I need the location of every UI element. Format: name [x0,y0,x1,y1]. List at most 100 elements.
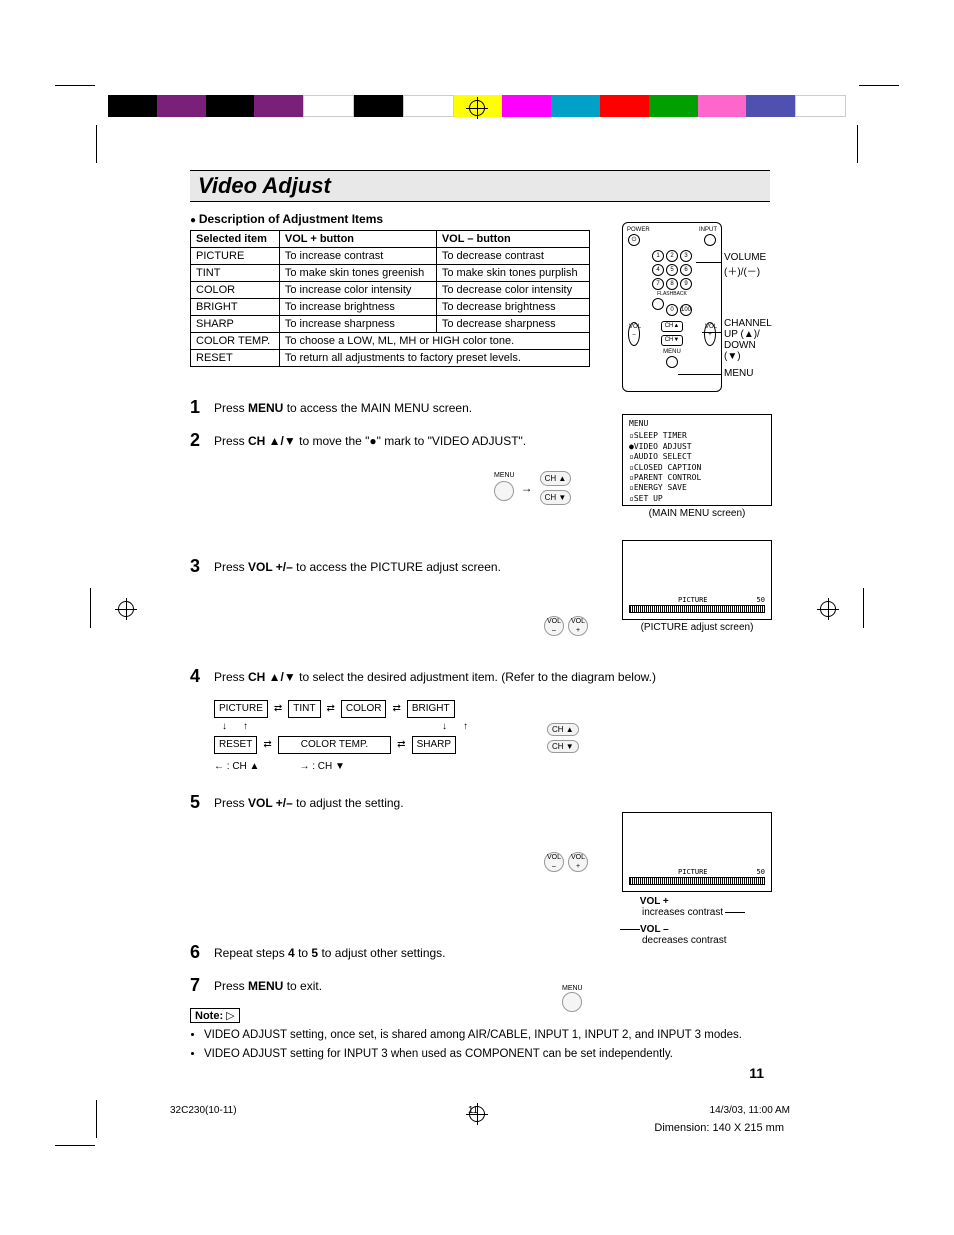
arrow-right-icon: → [521,480,533,497]
dimension-note: Dimension: 140 X 215 mm [654,1122,784,1134]
crop-mark [96,125,97,163]
page-title: Video Adjust [198,173,762,199]
table-cell: To increase brightness [279,299,436,316]
registration-mark-icon [469,100,485,116]
remote-power-label: POWER [627,227,650,233]
crop-mark [96,1100,97,1138]
arrows-icon: ⇄ [263,738,271,752]
menu-button-icon [562,992,582,1012]
ch-down-button-icon: CH▼ [661,335,683,346]
flow-item: TINT [288,700,320,718]
arrow-down-icon: ↓ [442,720,447,734]
menu-label: MENU [562,985,583,992]
menu-button-icon [494,481,514,501]
flow-item: PICTURE [214,700,268,718]
table-cell: PICTURE [191,248,280,265]
crop-mark [859,85,899,86]
leader-line [678,374,722,375]
table-header: Selected item [191,231,280,248]
table-cell: COLOR [191,282,280,299]
table-cell: COLOR TEMP. [191,333,280,350]
arrows-icon: ⇄ [392,702,400,716]
footer-date: 14/3/03, 11:00 AM [710,1105,790,1116]
vol-plus-button-icon: VOL+ [704,322,716,346]
table-cell: To decrease contrast [436,248,589,265]
section-title-bar: Video Adjust [190,170,770,202]
remote-diagram: POWERINPUT ⏻ 123 456 789 FLASHBACK 0100 … [622,222,772,392]
picture-adjust-screen-2: PICTURE50 VOL + increases contrast VOL –… [622,812,772,946]
screen-caption: (MAIN MENU screen) [622,508,772,519]
leader-line [696,262,722,263]
print-footer: 32C230(10-11) 11 14/3/03, 11:00 AM [170,1105,790,1116]
step-4: 4 Press CH ▲/▼ to select the desired adj… [190,666,770,774]
table-cell: To return all adjustments to factory pre… [279,350,589,367]
vol-minus-label: VOL – [640,924,669,935]
table-header: VOL – button [436,231,589,248]
note-item: VIDEO ADJUST setting, once set, is share… [204,1027,770,1043]
vol-plus-button-icon: VOL + [568,852,588,872]
menu-label: MENU [494,472,515,479]
legend-ch-up: ← : CH ▲ [214,760,259,774]
flow-item: COLOR TEMP. [278,736,391,754]
vol-minus-button-icon: VOL – [544,616,564,636]
main-menu-screen: MENU ▫SLEEP TIMER ●VIDEO ADJUST ▫AUDIO S… [622,414,772,519]
crop-mark [863,588,864,628]
arrow-up-icon: ↑ [243,720,248,734]
vol-minus-button-icon: VOL– [628,322,640,346]
ch-down-button-icon: CH ▼ [547,740,579,753]
arrows-icon: ⇄ [397,738,405,752]
ch-down-button-icon: CH ▼ [540,490,572,505]
table-cell: To make skin tones purplish [436,265,589,282]
menu-button-icon [666,356,678,368]
table-cell: BRIGHT [191,299,280,316]
table-cell: To increase color intensity [279,282,436,299]
picture-adjust-screen: PICTURE50 (PICTURE adjust screen) [622,540,772,633]
vol-plus-button-icon: VOL + [568,616,588,636]
vol-plus-label: VOL + [640,896,669,907]
table-cell: To decrease sharpness [436,316,589,333]
ch-up-button-icon: CH ▲ [540,471,572,486]
crop-mark [90,588,91,628]
table-cell: To increase contrast [279,248,436,265]
vol-minus-button-icon: VOL – [544,852,564,872]
table-header: VOL + button [279,231,436,248]
input-button-icon [704,234,716,246]
flow-item: SHARP [412,736,456,754]
step-7: 7 Press MENU to exit. [190,975,770,996]
arrows-icon: ⇄ [327,702,335,716]
legend-ch-down: → : CH ▼ [299,760,344,774]
arrow-up-icon: ↑ [463,720,468,734]
table-cell: RESET [191,350,280,367]
remote-channel-callout: CHANNEL UP (▲)/ DOWN (▼) [724,318,772,362]
arrow-down-icon: ↓ [222,720,227,734]
crop-mark [857,125,858,163]
flow-item: COLOR [341,700,387,718]
flow-item: BRIGHT [407,700,455,718]
table-cell: SHARP [191,316,280,333]
flow-item: RESET [214,736,257,754]
screen-caption: (PICTURE adjust screen) [622,622,772,633]
note-label: Note: [190,1008,240,1023]
table-cell: To decrease color intensity [436,282,589,299]
arrows-icon: ⇄ [274,702,282,716]
remote-menu-callout: MENU [724,368,753,379]
footer-page: 11 [468,1105,478,1116]
ch-up-button-icon: CH▲ [661,321,683,332]
crop-mark [55,1145,95,1146]
remote-volume-callout: VOLUME (＋)/(－) [724,252,766,278]
table-cell: To decrease brightness [436,299,589,316]
registration-mark-icon [820,601,836,617]
page-number: 11 [749,1065,764,1081]
doc-id: 32C230(10-11) [170,1105,237,1116]
note-item: VIDEO ADJUST setting for INPUT 3 when us… [204,1046,770,1062]
table-cell: To choose a LOW, ML, MH or HIGH color to… [279,333,589,350]
ch-up-button-icon: CH ▲ [547,723,579,736]
table-cell: To increase sharpness [279,316,436,333]
vol-plus-desc: increases contrast [642,907,723,918]
power-button-icon: ⏻ [628,234,640,246]
table-cell: TINT [191,265,280,282]
adjustment-table: Selected item VOL + button VOL – button … [190,230,590,367]
leader-line [702,332,722,333]
registration-mark-icon [118,601,134,617]
table-cell: To make skin tones greenish [279,265,436,282]
